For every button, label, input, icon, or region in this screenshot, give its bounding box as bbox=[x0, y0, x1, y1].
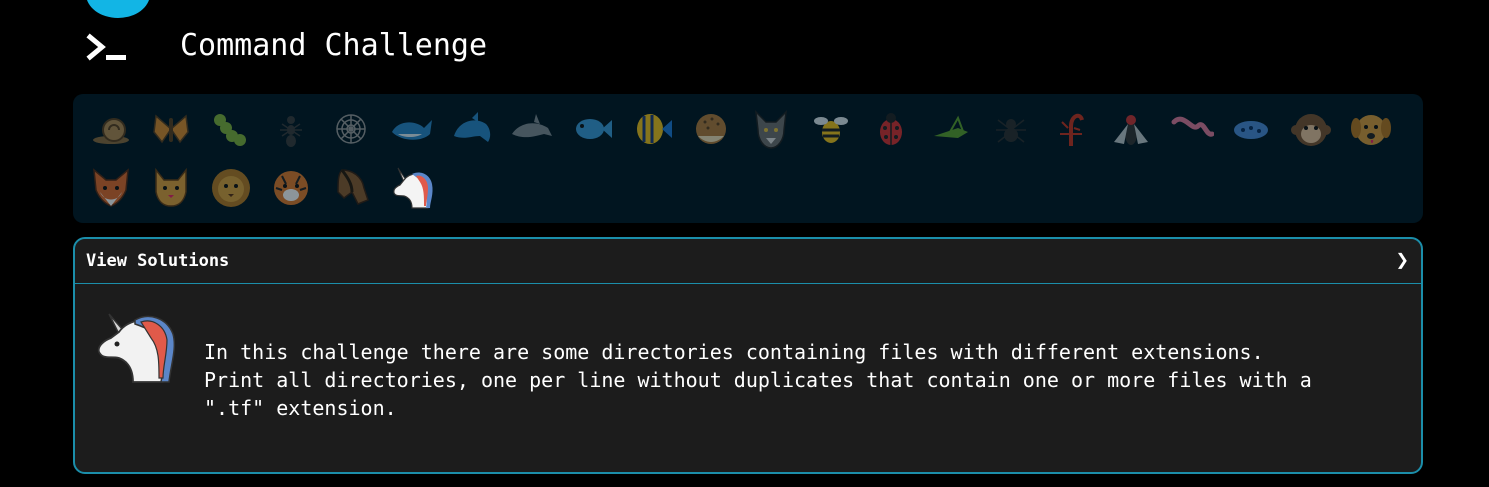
scorpion-challenge-icon[interactable] bbox=[1041, 100, 1101, 158]
butterfly-icon bbox=[153, 114, 189, 144]
unicorn-icon bbox=[97, 313, 176, 383]
tropical-fish-challenge-icon[interactable] bbox=[621, 100, 681, 158]
horse-challenge-icon[interactable] bbox=[321, 158, 381, 216]
whale-icon bbox=[392, 120, 432, 140]
fox-challenge-icon[interactable] bbox=[81, 158, 141, 216]
dolphin-challenge-icon[interactable] bbox=[441, 100, 501, 158]
cat-challenge-icon[interactable] bbox=[141, 158, 201, 216]
view-solutions-toggle[interactable]: View Solutions ❯ bbox=[75, 239, 1421, 284]
snail-icon bbox=[93, 118, 129, 144]
microbe-icon bbox=[1234, 121, 1268, 139]
solutions-card: View Solutions ❯ In this challenge there… bbox=[73, 237, 1423, 474]
ant-icon bbox=[280, 116, 302, 147]
worm-icon bbox=[1171, 116, 1214, 137]
horse-icon bbox=[337, 169, 369, 205]
tiger-icon bbox=[274, 171, 308, 205]
ladybug-icon bbox=[880, 113, 902, 145]
fly-icon bbox=[1114, 115, 1148, 145]
challenge-selector bbox=[73, 94, 1423, 223]
bee-icon bbox=[814, 117, 848, 143]
cricket-challenge-icon[interactable] bbox=[921, 100, 981, 158]
microbe-challenge-icon[interactable] bbox=[1221, 100, 1281, 158]
ladybug-challenge-icon[interactable] bbox=[861, 100, 921, 158]
worm-challenge-icon[interactable] bbox=[1161, 100, 1221, 158]
bee-challenge-icon[interactable] bbox=[801, 100, 861, 158]
unicorn-challenge-icon[interactable] bbox=[381, 158, 441, 216]
pufferfish-icon bbox=[696, 114, 726, 144]
challenge-description: In this challenge there are some directo… bbox=[204, 340, 1312, 420]
spider-challenge-icon[interactable] bbox=[981, 100, 1041, 158]
snail-challenge-icon[interactable] bbox=[81, 100, 141, 158]
lion-icon bbox=[212, 169, 250, 207]
butterfly-challenge-icon[interactable] bbox=[141, 100, 201, 158]
dolphin-icon bbox=[454, 112, 491, 142]
challenge-row bbox=[81, 100, 1415, 158]
fox-icon bbox=[93, 168, 129, 207]
dolphin-gray-challenge-icon[interactable] bbox=[501, 100, 561, 158]
fish-icon bbox=[576, 119, 612, 139]
tropical-fish-icon bbox=[637, 114, 672, 144]
view-solutions-label: View Solutions bbox=[86, 251, 230, 271]
terminal-prompt-icon[interactable] bbox=[86, 31, 128, 65]
challenge-row bbox=[81, 158, 1415, 216]
chevron-right-icon: ❯ bbox=[1395, 248, 1409, 273]
challenge-body: In this challenge there are some directo… bbox=[75, 284, 1421, 472]
spider-web-icon bbox=[336, 114, 366, 144]
unicorn-icon bbox=[393, 167, 433, 209]
pufferfish-challenge-icon[interactable] bbox=[681, 100, 741, 158]
ant-challenge-icon[interactable] bbox=[261, 100, 321, 158]
fly-challenge-icon[interactable] bbox=[1101, 100, 1161, 158]
monkey-challenge-icon[interactable] bbox=[1281, 100, 1341, 158]
spider-icon bbox=[996, 119, 1026, 143]
caterpillar-challenge-icon[interactable] bbox=[201, 100, 261, 158]
top-accent-shape bbox=[86, 0, 150, 18]
dolphin-gray-icon bbox=[512, 114, 552, 138]
spider-web-challenge-icon[interactable] bbox=[321, 100, 381, 158]
lion-challenge-icon[interactable] bbox=[201, 158, 261, 216]
cricket-icon bbox=[934, 115, 968, 138]
cat-icon bbox=[155, 167, 187, 207]
page-title: Command Challenge bbox=[180, 28, 488, 63]
caterpillar-icon bbox=[214, 114, 246, 146]
whale-challenge-icon[interactable] bbox=[381, 100, 441, 158]
dog-icon bbox=[1351, 115, 1391, 145]
fish-challenge-icon[interactable] bbox=[561, 100, 621, 158]
tiger-challenge-icon[interactable] bbox=[261, 158, 321, 216]
dog-challenge-icon[interactable] bbox=[1341, 100, 1401, 158]
scorpion-icon bbox=[1060, 113, 1084, 146]
monkey-icon bbox=[1291, 114, 1331, 146]
app-header: Command Challenge bbox=[86, 28, 487, 68]
wolf-challenge-icon[interactable] bbox=[741, 100, 801, 158]
wolf-icon bbox=[755, 109, 787, 149]
